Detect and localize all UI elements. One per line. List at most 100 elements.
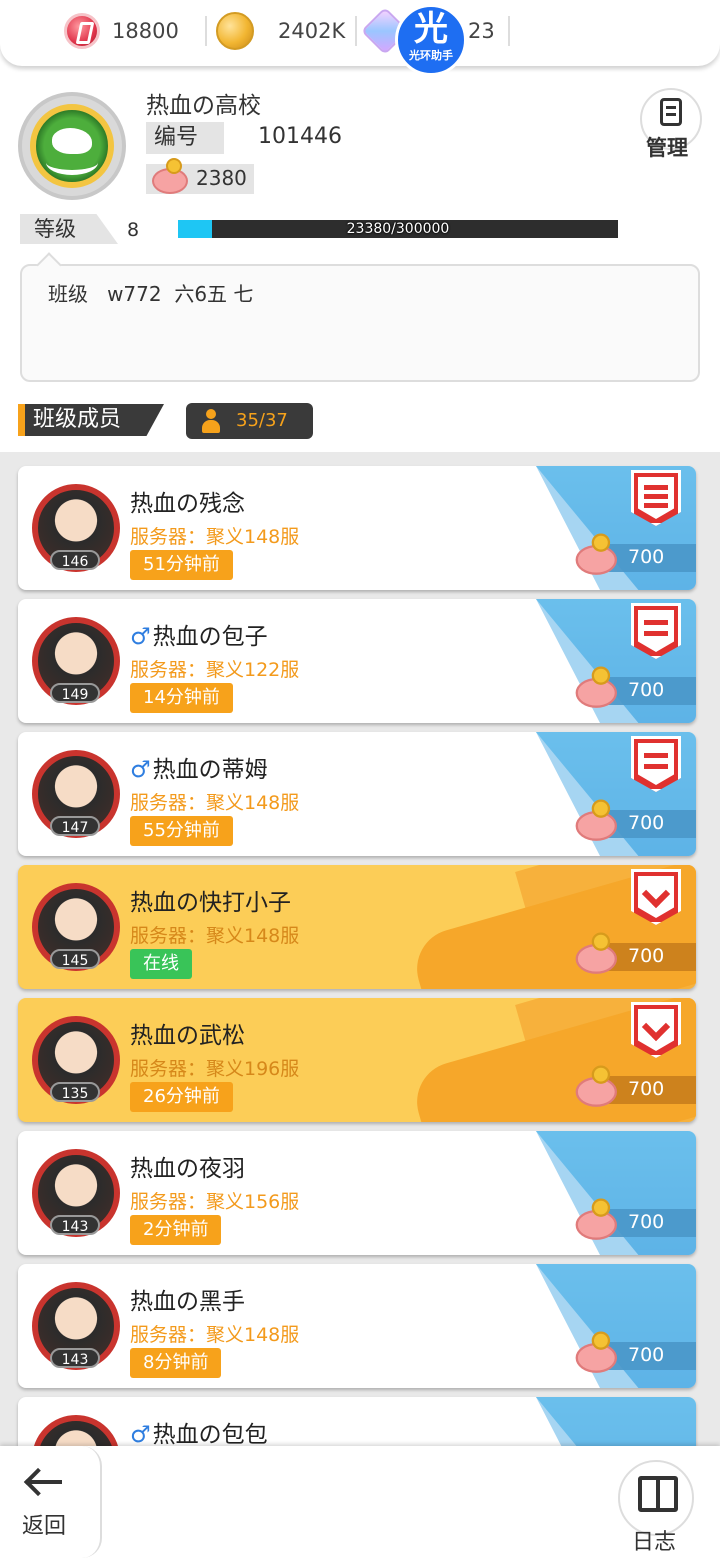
level-label: 等级 xyxy=(20,214,118,244)
member-name: 热血の包包 xyxy=(152,1422,268,1448)
member-name: 热血の夜羽 xyxy=(130,1156,245,1182)
member-level: 143 xyxy=(50,1348,100,1368)
member-server: 服务器：聚义122服 xyxy=(130,659,300,681)
member-piggy-value: 700 xyxy=(628,812,665,834)
flag-stripe xyxy=(644,494,668,499)
member-piggy-value: 700 xyxy=(628,1211,665,1233)
manage-label[interactable]: 管理 xyxy=(646,132,688,162)
member-avatar[interactable]: 143 xyxy=(22,1139,130,1247)
club-header: 热血の高校 编号 101446 2380 管理 等级 8 23380/30000… xyxy=(0,0,720,452)
member-server: 服务器：聚义196服 xyxy=(130,1058,300,1080)
member-avatar[interactable]: 149 xyxy=(22,607,130,715)
member-name: 热血の残念 xyxy=(130,491,245,517)
member-piggy-bank: 700 xyxy=(574,1065,696,1108)
resource-gold-coin[interactable]: 2402K xyxy=(216,10,345,52)
member-avatar[interactable]: 135 xyxy=(22,1006,130,1114)
xp-progress-text: 23380/300000 xyxy=(346,221,450,237)
dove-emblem-icon xyxy=(30,104,114,188)
online-status-badge: 在线 xyxy=(130,949,192,979)
member-card[interactable]: ♂热血の包包 xyxy=(18,1397,696,1452)
member-list[interactable]: 146 热血の残念 服务器：聚义148服 51分钟前 700 149 ♂热血の包子 服务器：聚… xyxy=(0,452,720,1452)
vip-flag-inner xyxy=(638,1009,674,1051)
member-server: 服务器：聚义148服 xyxy=(130,925,300,947)
guanghuan-logo-text: 光环助手 xyxy=(409,49,453,62)
member-avatar[interactable] xyxy=(22,1405,130,1452)
member-server: 服务器：聚义156服 xyxy=(130,1191,300,1213)
flag-stripe xyxy=(644,620,668,625)
guanghuan-assistant-badge[interactable]: 光 光环助手 xyxy=(395,4,467,76)
member-piggy-bank: 700 xyxy=(574,1198,696,1241)
piggy-bank-icon xyxy=(571,533,617,575)
flag-stripe xyxy=(644,631,668,636)
member-name-row: ♂热血の蒂姆 xyxy=(130,750,268,784)
club-description-box: 班级 w772 六6五 七 xyxy=(20,264,700,382)
resource-divider xyxy=(508,16,510,46)
member-avatar[interactable]: 147 xyxy=(22,740,130,848)
member-server: 服务器：聚义148服 xyxy=(130,526,300,548)
member-name: 热血の包子 xyxy=(152,624,268,650)
resource-bar: 18800 2402K 23 xyxy=(0,0,720,66)
piggy-bank-icon xyxy=(571,932,617,974)
book-icon xyxy=(638,1476,678,1512)
male-gender-icon: ♂ xyxy=(130,624,151,650)
member-card[interactable]: 145 热血の快打小子 服务器：聚义148服 在线 700 xyxy=(18,865,696,989)
vip-check-mark xyxy=(641,879,671,909)
member-card[interactable]: 147 ♂热血の蒂姆 服务器：聚义148服 55分钟前 700 xyxy=(18,732,696,856)
vip-check-mark xyxy=(641,1012,671,1042)
member-piggy-bank: 700 xyxy=(574,666,696,709)
member-server: 服务器：聚义148服 xyxy=(130,792,300,814)
member-name: 热血の快打小子 xyxy=(130,890,291,916)
resource-divider xyxy=(205,16,207,46)
member-level: 149 xyxy=(50,683,100,703)
member-card[interactable]: 143 热血の黑手 服务器：聚义148服 8分钟前 700 xyxy=(18,1264,696,1388)
manage-document-icon xyxy=(660,98,682,126)
member-level: 147 xyxy=(50,816,100,836)
level-value: 8 xyxy=(127,219,140,241)
last-seen-badge: 2分钟前 xyxy=(130,1215,222,1245)
officer-flag-inner xyxy=(638,610,674,652)
member-name: 热血の蒂姆 xyxy=(152,757,268,783)
member-name-row: ♂热血の包包 xyxy=(130,1415,268,1449)
resource-red-diamond[interactable]: 18800 xyxy=(64,10,179,52)
member-avatar[interactable]: 143 xyxy=(22,1272,130,1380)
member-count-badge: 35/37 xyxy=(186,403,313,439)
male-gender-icon: ♂ xyxy=(130,1422,151,1448)
member-piggy-value: 700 xyxy=(628,546,665,568)
last-seen-badge: 14分钟前 xyxy=(130,683,233,713)
member-name-row: 热血の快打小子 xyxy=(130,883,291,917)
club-piggy-bank: 2380 xyxy=(146,158,254,194)
guanghuan-logo-char: 光 xyxy=(414,9,448,49)
member-card[interactable]: 149 ♂热血の包子服务器：聚义122服 14分钟前 700 xyxy=(18,599,696,723)
member-piggy-value: 700 xyxy=(628,679,665,701)
club-piggy-value: 2380 xyxy=(196,166,247,190)
resource-divider xyxy=(355,16,357,46)
member-level: 143 xyxy=(50,1215,100,1235)
male-gender-icon: ♂ xyxy=(130,757,151,783)
flag-stripe xyxy=(644,503,668,508)
back-arrow-icon xyxy=(24,1468,64,1494)
back-button[interactable]: 返回 xyxy=(0,1446,102,1558)
member-avatar[interactable]: 146 xyxy=(22,474,130,582)
member-count: 35/37 xyxy=(236,410,288,431)
member-level: 146 xyxy=(50,550,100,570)
member-card[interactable]: 135 热血の武松 服务器：聚义196服 26分钟前 700 xyxy=(18,998,696,1122)
person-icon xyxy=(202,409,220,433)
captain-flag-inner xyxy=(638,477,674,519)
club-name: 热血の高校 xyxy=(146,93,261,119)
member-name: 热血の黑手 xyxy=(130,1289,245,1315)
member-card[interactable]: 146 热血の残念 服务器：聚义148服 51分钟前 700 xyxy=(18,466,696,590)
gold-coin-value: 2402K xyxy=(278,19,346,43)
club-id-label: 编号 xyxy=(146,122,250,154)
gold-coin-icon xyxy=(216,12,254,50)
member-card[interactable]: 143 热血の夜羽服务器：聚义156服 2分钟前 700 xyxy=(18,1131,696,1255)
red-diamond-icon xyxy=(64,13,100,49)
club-description: 班级 w772 六6五 七 xyxy=(48,282,254,306)
member-avatar[interactable]: 145 xyxy=(22,873,130,981)
flag-stripe xyxy=(644,764,668,769)
piggy-bank-icon xyxy=(148,158,188,194)
member-name-row: 热血の残念 xyxy=(130,484,245,518)
flag-stripe xyxy=(644,485,668,490)
member-name-row: ♂热血の包子 xyxy=(130,617,268,651)
member-piggy-bank: 700 xyxy=(571,533,696,576)
log-label[interactable]: 日志 xyxy=(632,1524,676,1556)
